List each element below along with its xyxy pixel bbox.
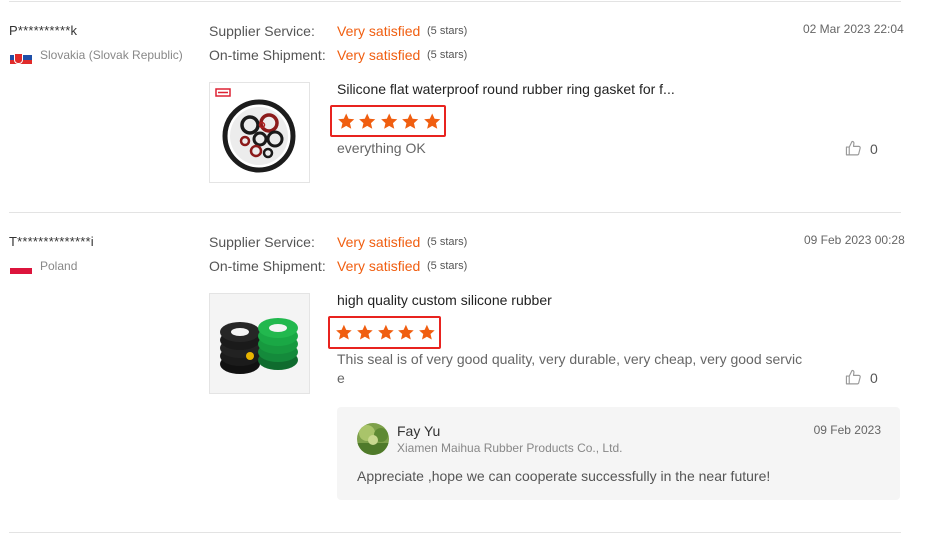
avatar-image bbox=[357, 423, 389, 455]
shipment-value: Very satisfied bbox=[337, 47, 421, 63]
supplier-service-stars: (5 stars) bbox=[427, 236, 468, 248]
divider-top bbox=[9, 1, 901, 2]
supplier-reply: Fay Yu Xiamen Maihua Rubber Products Co.… bbox=[337, 407, 900, 500]
review-text-line2: e bbox=[337, 370, 345, 386]
supplier-service-label: Supplier Service: bbox=[209, 23, 315, 39]
review-text-line1: This seal is of very good quality, very … bbox=[337, 351, 803, 367]
divider-bottom bbox=[9, 532, 901, 533]
reviewer-name: T**************i bbox=[9, 234, 94, 249]
avatar bbox=[357, 423, 389, 455]
shipment-label: On-time Shipment: bbox=[209, 47, 326, 63]
supplier-service-stars: (5 stars) bbox=[427, 25, 468, 37]
star-rating-highlight bbox=[328, 316, 441, 349]
star-icon bbox=[419, 324, 435, 340]
divider bbox=[9, 212, 901, 213]
reviewer-name: P**********k bbox=[9, 23, 78, 38]
star-icon bbox=[356, 324, 373, 340]
star-icon bbox=[336, 324, 352, 340]
product-thumbnail[interactable] bbox=[209, 82, 310, 183]
shipment-stars: (5 stars) bbox=[427, 260, 468, 272]
star-icon bbox=[402, 112, 419, 129]
like-button[interactable]: 0 bbox=[845, 369, 878, 386]
gasket-rings-image bbox=[210, 83, 309, 182]
reply-author-name: Fay Yu bbox=[397, 423, 441, 439]
supplier-service-label: Supplier Service: bbox=[209, 234, 315, 250]
like-button[interactable]: 0 bbox=[845, 140, 878, 157]
review-date: 02 Mar 2023 22:04 bbox=[803, 22, 904, 36]
star-icon bbox=[398, 324, 415, 340]
poland-flag-icon bbox=[10, 261, 32, 274]
like-count: 0 bbox=[870, 369, 878, 386]
star-icon bbox=[338, 112, 355, 129]
star-rating-highlight bbox=[330, 105, 446, 137]
reply-message: Appreciate ,hope we can cooperate succes… bbox=[357, 468, 771, 484]
reply-date: 09 Feb 2023 bbox=[813, 423, 881, 437]
thumbs-up-icon bbox=[845, 140, 861, 156]
star-icon bbox=[423, 112, 440, 129]
reviewer-country: Poland bbox=[40, 259, 78, 273]
supplier-service-value: Very satisfied bbox=[337, 234, 421, 250]
shipment-stars: (5 stars) bbox=[427, 49, 468, 61]
slovakia-flag-icon bbox=[10, 51, 32, 64]
shipment-value: Very satisfied bbox=[337, 258, 421, 274]
star-icon bbox=[377, 324, 394, 340]
shipment-label: On-time Shipment: bbox=[209, 258, 326, 274]
reviewer-country: Slovakia (Slovak Republic) bbox=[40, 48, 183, 62]
review-date: 09 Feb 2023 00:28 bbox=[804, 233, 905, 247]
supplier-service-value: Very satisfied bbox=[337, 23, 421, 39]
rubber-rings-image bbox=[210, 294, 309, 393]
like-count: 0 bbox=[870, 140, 878, 157]
star-icon bbox=[380, 112, 398, 129]
product-title[interactable]: high quality custom silicone rubber bbox=[337, 292, 552, 308]
product-thumbnail[interactable] bbox=[209, 293, 310, 394]
product-title[interactable]: Silicone flat waterproof round rubber ri… bbox=[337, 81, 675, 97]
thumbs-up-icon bbox=[845, 369, 861, 385]
review-text: everything OK bbox=[337, 140, 426, 156]
star-icon bbox=[359, 112, 376, 129]
reply-company: Xiamen Maihua Rubber Products Co., Ltd. bbox=[397, 441, 623, 455]
